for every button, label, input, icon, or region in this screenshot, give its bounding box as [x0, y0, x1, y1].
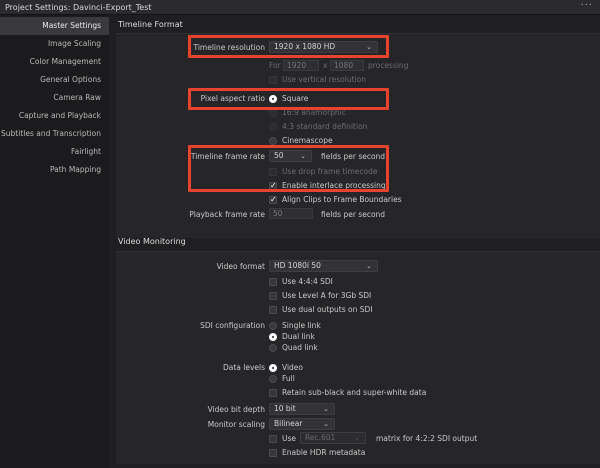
processing-label: processing [368, 61, 409, 70]
timeline-format-panel: Timeline resolution 1920 x 1080 HD ⌄ For… [116, 33, 600, 238]
par-4-3-radio[interactable] [269, 123, 277, 131]
use-matrix-checkbox[interactable] [269, 435, 277, 443]
sdi-configuration-label: SDI configuration [200, 321, 265, 330]
video-bit-depth-label: Video bit depth [207, 405, 265, 414]
more-options-icon[interactable]: ··· [580, 0, 593, 11]
settings-content: Timeline Format Timeline resolution 1920… [109, 15, 600, 468]
par-cinemascope-radio[interactable] [269, 137, 277, 145]
use-vertical-label: Use vertical resolution [282, 75, 366, 84]
hdr-metadata-checkbox[interactable] [269, 449, 277, 457]
sidebar-item-master-settings[interactable]: Master Settings [0, 17, 109, 35]
data-levels-full-radio[interactable] [269, 375, 277, 383]
sdi-single-label: Single link [282, 321, 321, 330]
use-level-a-label: Use Level A for 3Gb SDI [282, 291, 372, 300]
par-4-3-label: 4:3 standard definition [282, 122, 368, 131]
highlight-pixel-aspect [188, 88, 389, 110]
highlight-resolution [188, 35, 389, 58]
matrix-value: Rec.601 [305, 433, 336, 442]
monitor-scaling-value: Bilinear [274, 419, 303, 428]
use-level-a-checkbox[interactable] [269, 292, 277, 300]
resolution-height-field[interactable]: 1080 [330, 60, 364, 71]
retain-checkbox[interactable] [269, 389, 277, 397]
par-anamorphic-radio[interactable] [269, 109, 277, 117]
video-format-label: Video format [216, 262, 265, 271]
video-monitoring-header: Video Monitoring [118, 237, 186, 246]
matrix-dropdown[interactable]: Rec.601 ⌄ [300, 432, 366, 444]
monitor-scaling-label: Monitor scaling [207, 420, 265, 429]
use-vertical-checkbox[interactable] [269, 76, 277, 84]
sdi-dual-label: Dual link [282, 332, 315, 341]
sidebar-item-general-options[interactable]: General Options [40, 71, 101, 89]
sdi-quad-label: Quad link [282, 343, 318, 352]
data-levels-full-label: Full [282, 374, 295, 383]
sidebar-item-image-scaling[interactable]: Image Scaling [48, 35, 101, 53]
sidebar-item-subtitles[interactable]: Subtitles and Transcription [1, 125, 101, 143]
sdi-single-radio[interactable] [269, 322, 277, 330]
data-levels-video-radio[interactable] [269, 364, 277, 372]
sdi-dual-radio[interactable] [269, 333, 277, 341]
chevron-down-icon: ⌄ [354, 434, 360, 442]
monitor-scaling-dropdown[interactable]: Bilinear ⌄ [269, 418, 335, 430]
video-monitoring-panel: Video format HD 1080i 50 ⌄ Use 4:4:4 SDI… [116, 251, 600, 464]
par-cinemascope-label: Cinemascope [282, 136, 333, 145]
chevron-down-icon: ⌄ [323, 405, 329, 413]
sidebar-item-color-management[interactable]: Color Management [30, 53, 101, 71]
align-clips-label: Align Clips to Frame Boundaries [282, 195, 402, 204]
use-dual-label: Use dual outputs on SDI [282, 305, 373, 314]
sidebar-item-camera-raw[interactable]: Camera Raw [53, 89, 101, 107]
video-bit-depth-dropdown[interactable]: 10 bit ⌄ [269, 403, 335, 415]
matrix-suffix-label: matrix for 4:2:2 SDI output [376, 434, 478, 443]
sidebar-item-path-mapping[interactable]: Path Mapping [50, 161, 101, 179]
playback-fps-label: fields per second [321, 210, 386, 219]
hdr-metadata-label: Enable HDR metadata [282, 448, 366, 457]
for-label: For [269, 61, 281, 70]
video-format-value: HD 1080i 50 [274, 261, 321, 270]
chevron-down-icon: ⌄ [323, 420, 329, 428]
sidebar-item-fairlight[interactable]: Fairlight [71, 143, 101, 161]
timeline-format-header: Timeline Format [118, 20, 183, 29]
resolution-width-field[interactable]: 1920 [283, 60, 319, 71]
use-dual-checkbox[interactable] [269, 306, 277, 314]
sidebar-item-capture-playback[interactable]: Capture and Playback [19, 107, 101, 125]
use-matrix-label: Use [282, 434, 297, 443]
settings-sidebar: Master Settings Image Scaling Color Mana… [0, 15, 109, 468]
video-bit-depth-value: 10 bit [274, 404, 296, 413]
chevron-down-icon: ⌄ [366, 262, 372, 270]
highlight-frame-rate [188, 145, 389, 192]
align-clips-checkbox[interactable]: ✓ [269, 196, 277, 204]
title-bar: Project Settings: Davinci-Export_Test ··… [0, 0, 600, 15]
data-levels-label: Data levels [222, 363, 265, 372]
retain-label: Retain sub-black and super-white data [282, 388, 427, 397]
data-levels-video-label: Video [282, 363, 304, 372]
video-format-dropdown[interactable]: HD 1080i 50 ⌄ [269, 260, 378, 272]
x-label: x [323, 61, 328, 70]
use-444-label: Use 4:4:4 SDI [282, 277, 333, 286]
window-title: Project Settings: Davinci-Export_Test [5, 3, 152, 12]
sdi-quad-radio[interactable] [269, 344, 277, 352]
playback-frame-rate-label: Playback frame rate [189, 210, 265, 219]
use-444-checkbox[interactable] [269, 278, 277, 286]
playback-frame-rate-field[interactable]: 50 [269, 208, 313, 219]
